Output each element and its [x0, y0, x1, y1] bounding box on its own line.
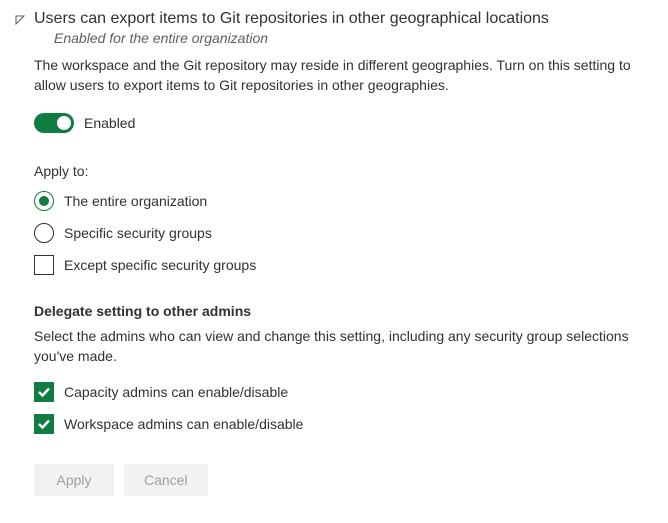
radio-entire-organization-label: The entire organization	[64, 193, 207, 209]
checkbox-workspace-admins-label: Workspace admins can enable/disable	[64, 416, 303, 432]
radio-specific-groups-label: Specific security groups	[64, 225, 212, 241]
enabled-toggle[interactable]	[34, 113, 74, 133]
setting-scope-subtitle: Enabled for the entire organization	[54, 30, 648, 46]
apply-to-label: Apply to:	[34, 163, 648, 179]
radio-entire-organization[interactable]	[34, 191, 54, 211]
setting-description: The workspace and the Git repository may…	[34, 56, 648, 95]
radio-specific-groups[interactable]	[34, 223, 54, 243]
checkbox-except-groups-label: Except specific security groups	[64, 257, 256, 273]
delegate-description: Select the admins who can view and chang…	[34, 327, 648, 366]
checkbox-capacity-admins-label: Capacity admins can enable/disable	[64, 384, 288, 400]
checkbox-capacity-admins[interactable]	[34, 382, 54, 402]
collapse-triangle-icon[interactable]	[14, 14, 26, 26]
checkbox-workspace-admins[interactable]	[34, 414, 54, 434]
enabled-toggle-label: Enabled	[84, 115, 135, 131]
setting-title: Users can export items to Git repositori…	[34, 10, 648, 28]
checkbox-except-groups[interactable]	[34, 255, 54, 275]
cancel-button[interactable]: Cancel	[124, 464, 208, 496]
apply-button[interactable]: Apply	[34, 464, 114, 496]
delegate-label: Delegate setting to other admins	[34, 303, 648, 319]
